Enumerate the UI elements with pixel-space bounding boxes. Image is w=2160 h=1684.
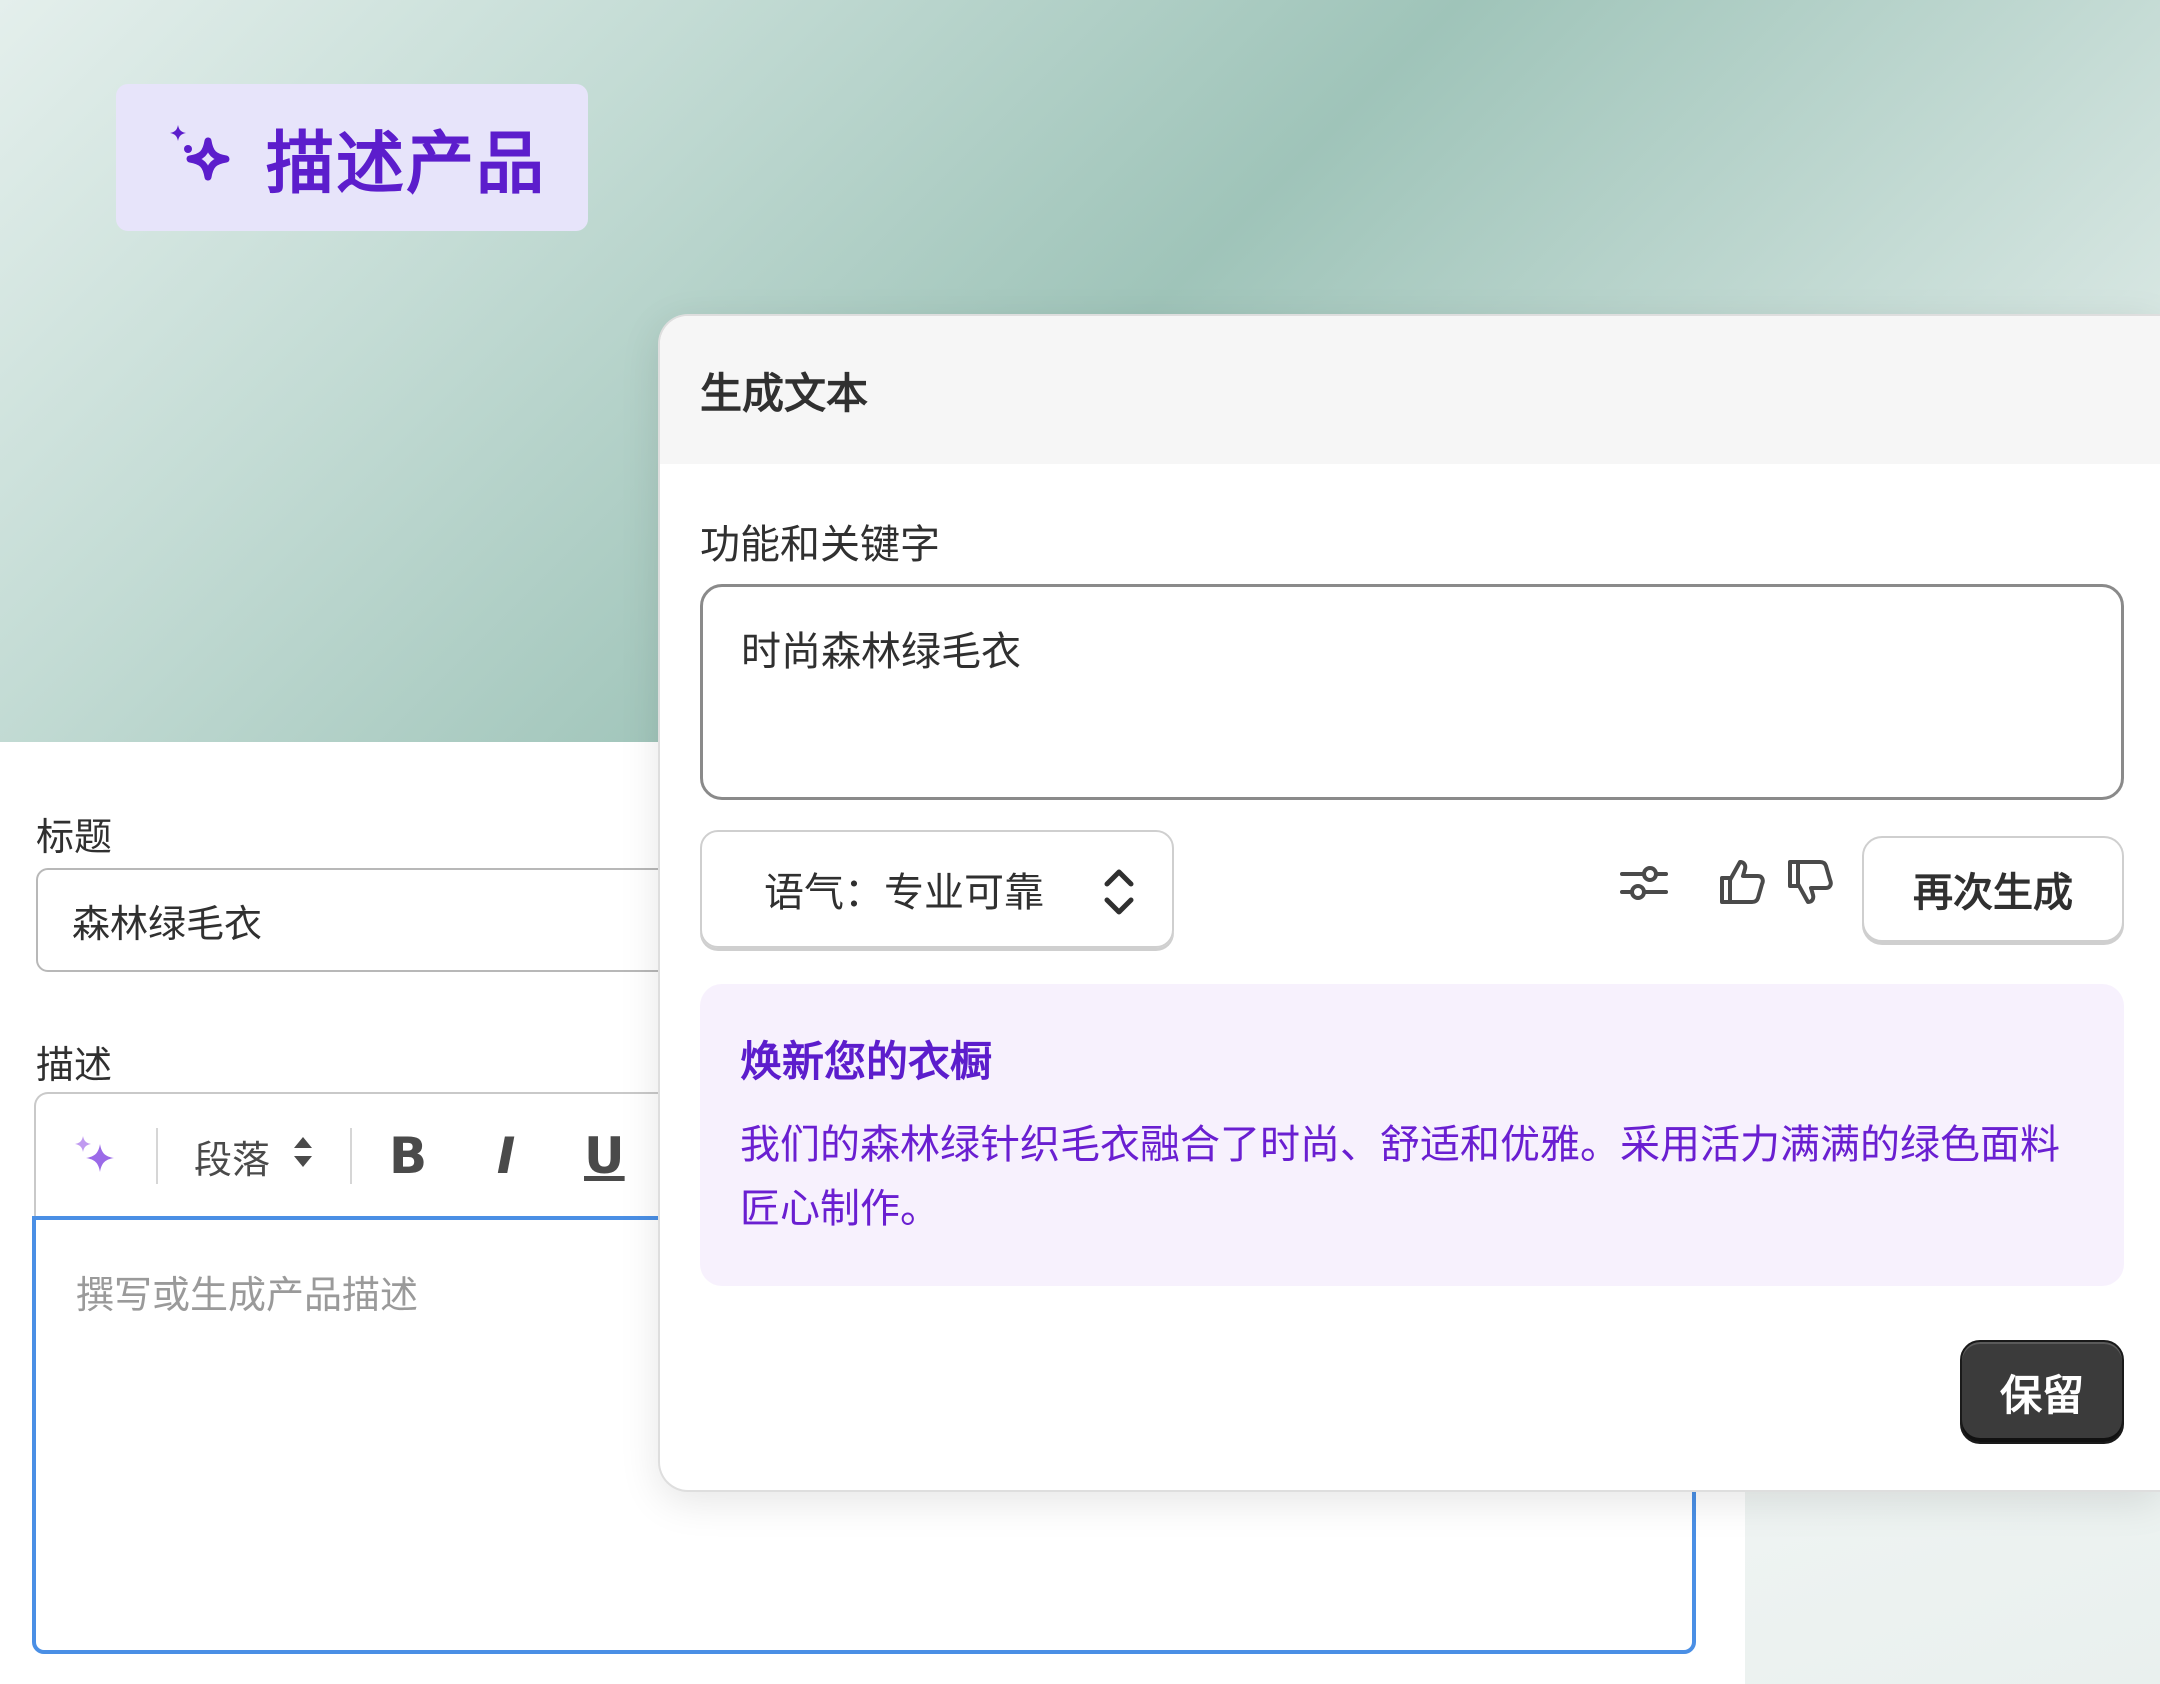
badge-label: 描述产品 — [266, 125, 547, 204]
adjust-icon[interactable] — [1618, 856, 1670, 912]
keywords-label: 功能和关键字 — [700, 522, 940, 568]
ai-sparkle-icon[interactable] — [72, 1132, 120, 1180]
toolbar-divider — [350, 1128, 353, 1184]
describe-product-badge: 描述产品 — [116, 84, 588, 231]
sparkle-icon — [162, 119, 236, 197]
result-title: 焕新您的衣橱 — [740, 1037, 993, 1086]
toolbar-divider — [156, 1128, 158, 1184]
keep-button[interactable]: 保留 — [1960, 1340, 2124, 1444]
thumbs-down-icon[interactable] — [1784, 856, 1836, 912]
generate-text-popover: 生成文本 功能和关键字 时尚森林绿毛衣 语气：专业可靠 再次生成 焕新您的衣橱 … — [658, 314, 2160, 1492]
popover-header: 生成文本 — [660, 316, 2160, 464]
italic-button[interactable]: I — [486, 1127, 526, 1185]
paragraph-select[interactable]: 段落 — [194, 1129, 314, 1184]
description-label: 描述 — [36, 1043, 113, 1087]
keywords-value: 时尚森林绿毛衣 — [741, 629, 1021, 675]
updown-icon — [270, 1134, 314, 1178]
title-label: 标题 — [36, 815, 113, 859]
description-placeholder: 撰写或生成产品描述 — [76, 1273, 419, 1317]
paragraph-label: 段落 — [194, 1137, 271, 1182]
tone-select[interactable]: 语气：专业可靠 — [700, 830, 1174, 948]
generated-result: 焕新您的衣橱 我们的森林绿针织毛衣融合了时尚、舒适和优雅。采用活力满满的绿色面料… — [700, 984, 2124, 1286]
title-value: 森林绿毛衣 — [72, 901, 263, 946]
tone-select-label: 语气：专业可靠 — [764, 870, 1044, 916]
result-body: 我们的森林绿针织毛衣融合了时尚、舒适和优雅。采用活力满满的绿色面料匠心制作。 — [740, 1122, 2060, 1232]
regenerate-button[interactable]: 再次生成 — [1862, 836, 2124, 942]
underline-button[interactable]: U — [584, 1127, 625, 1185]
bold-button[interactable]: B — [388, 1127, 428, 1185]
thumbs-up-icon[interactable] — [1716, 856, 1768, 912]
keywords-input[interactable]: 时尚森林绿毛衣 — [700, 584, 2124, 800]
